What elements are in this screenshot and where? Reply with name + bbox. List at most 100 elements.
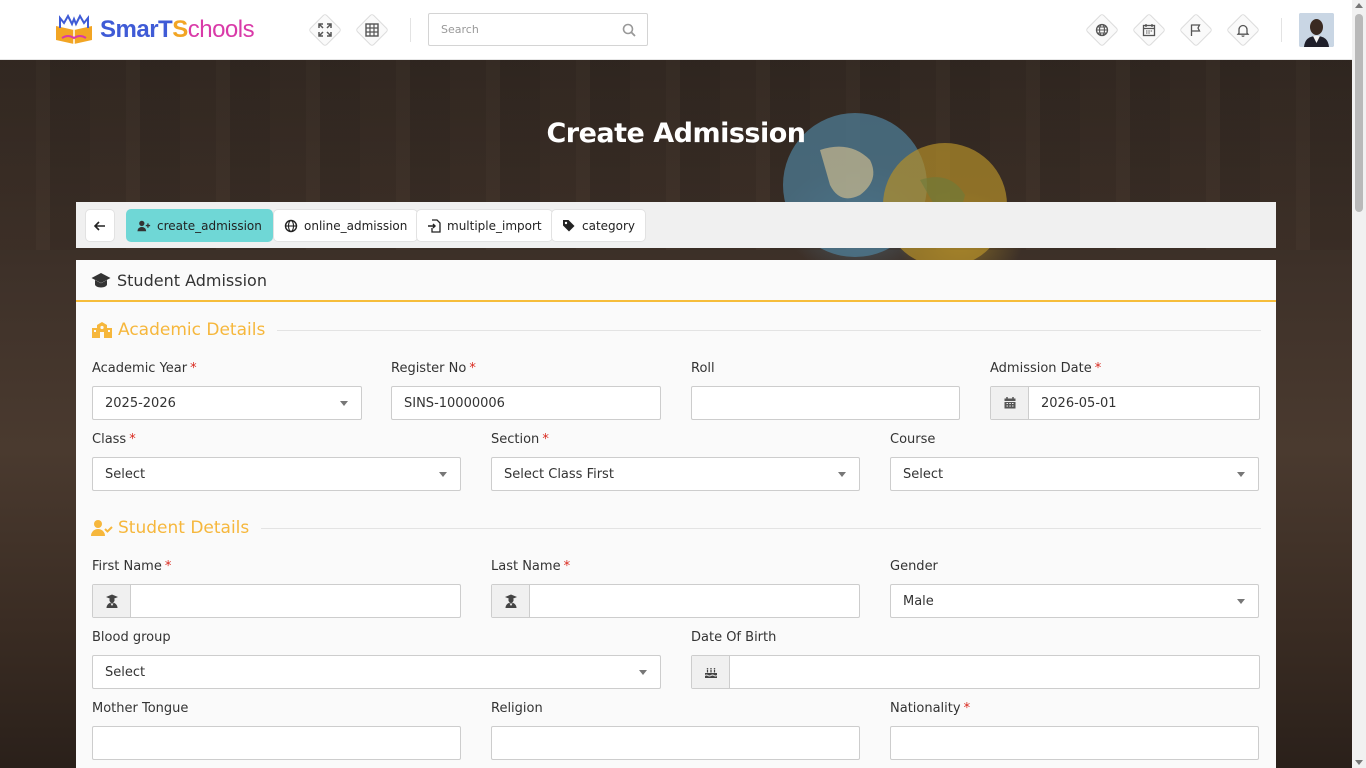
select-value: Select Class First [504, 466, 614, 482]
required-mark: * [963, 701, 971, 716]
blood-group-select[interactable]: Select [92, 655, 661, 689]
tab-multiple-import[interactable]: multiple_import [416, 209, 553, 242]
dob-label: Date Of Birth [691, 630, 776, 645]
admission-date-input[interactable]: 2026-05-01 [990, 386, 1260, 420]
brand-logo[interactable]: SmarTSchools [52, 14, 255, 46]
tab-label: multiple_import [447, 218, 542, 233]
calendar-icon [1142, 24, 1156, 37]
tab-online-admission[interactable]: online_admission [273, 209, 419, 242]
nationality-input[interactable] [890, 726, 1259, 760]
class-label: Class * [92, 432, 136, 447]
book-logo-icon [56, 14, 92, 44]
fullscreen-icon [318, 23, 332, 37]
label-text: Last Name [491, 559, 561, 574]
flag-icon [1190, 24, 1201, 36]
student-admission-panel: Student Admission Academic Details Acade… [76, 260, 1276, 768]
roll-input[interactable] [691, 386, 960, 420]
label-text: Roll [691, 361, 715, 376]
tab-label: create_admission [157, 218, 262, 233]
religion-input[interactable] [491, 726, 860, 760]
first-name-input[interactable] [92, 584, 461, 618]
input-value: SINS-10000006 [404, 395, 505, 411]
required-mark: * [129, 432, 136, 447]
grid-icon [365, 23, 379, 37]
brand-name-part: SmarT [100, 16, 173, 43]
class-select[interactable]: Select [92, 457, 461, 491]
student-addon [492, 585, 530, 617]
label-text: Register No [391, 361, 467, 376]
scroll-up-arrow-icon[interactable] [1355, 3, 1363, 8]
search-box[interactable] [428, 13, 648, 46]
user-avatar[interactable] [1299, 13, 1334, 47]
required-mark: * [542, 432, 549, 447]
academic-details-heading: Academic Details [91, 320, 1261, 340]
tab-label: online_admission [304, 218, 408, 233]
register-no-label: Register No * [391, 361, 476, 376]
calendar-button[interactable] [1132, 13, 1166, 47]
select-value: Select [903, 466, 944, 482]
fullscreen-button[interactable] [308, 13, 342, 47]
calendar-addon[interactable] [991, 387, 1029, 419]
gender-select[interactable]: Male [890, 584, 1259, 618]
admission-date-label: Admission Date * [990, 361, 1101, 376]
graduation-cap-icon [91, 273, 111, 288]
user-plus-icon [137, 220, 151, 231]
calendar-icon [1004, 397, 1015, 409]
school-icon [92, 322, 112, 338]
section-label: Section * [491, 432, 549, 447]
course-select[interactable]: Select [890, 457, 1259, 491]
globe-icon [1095, 23, 1109, 37]
search-icon[interactable] [622, 23, 636, 37]
label-text: First Name [92, 559, 162, 574]
top-navbar: SmarTSchools [0, 0, 1352, 60]
label-text: Class [92, 432, 127, 447]
divider [277, 329, 1261, 331]
back-button[interactable] [85, 209, 115, 242]
last-name-input[interactable] [491, 584, 860, 618]
dob-input[interactable] [691, 655, 1260, 689]
scroll-down-arrow-icon[interactable] [1355, 760, 1363, 765]
divider [1281, 18, 1282, 42]
tab-category[interactable]: category [551, 209, 647, 242]
section-select[interactable]: Select Class First [491, 457, 860, 491]
search-input[interactable] [429, 14, 609, 45]
nationality-label: Nationality * [890, 701, 970, 716]
file-import-icon [428, 218, 441, 233]
user-check-icon [91, 520, 113, 536]
chevron-down-icon [439, 471, 447, 477]
tags-icon [563, 219, 575, 231]
apps-grid-button[interactable] [355, 13, 389, 47]
label-text: Academic Year [92, 361, 188, 376]
last-name-label: Last Name * [491, 559, 570, 574]
scrollbar-thumb[interactable] [1355, 14, 1363, 212]
section-title-text: Student Details [118, 518, 250, 538]
select-value: Select [105, 466, 146, 482]
arrow-left-icon [93, 220, 105, 231]
brand-name-part: chools [187, 16, 255, 43]
label-text: Section [491, 432, 540, 447]
gender-label: Gender [890, 559, 938, 574]
tab-create-admission[interactable]: create_admission [126, 209, 273, 242]
required-mark: * [1094, 361, 1102, 376]
chevron-down-icon [1237, 471, 1245, 477]
label-text: Religion [491, 701, 543, 716]
flag-button[interactable] [1179, 13, 1213, 47]
first-name-label: First Name * [92, 559, 171, 574]
birthday-addon[interactable] [692, 656, 730, 688]
globe-icon [284, 219, 298, 232]
page-scrollbar[interactable] [1352, 0, 1366, 768]
section-title-text: Academic Details [118, 320, 266, 340]
select-value: Male [903, 593, 934, 609]
bell-icon [1236, 24, 1250, 37]
page-title: Create Admission [546, 118, 806, 149]
required-mark: * [164, 559, 172, 574]
user-graduate-icon [504, 594, 517, 608]
mother-tongue-input[interactable] [92, 726, 461, 760]
label-text: Course [890, 432, 936, 447]
register-no-input[interactable]: SINS-10000006 [391, 386, 661, 420]
select-value: Select [105, 664, 146, 680]
language-button[interactable] [1085, 13, 1119, 47]
student-details-heading: Student Details [91, 518, 1261, 538]
academic-year-select[interactable]: 2025-2026 [92, 386, 362, 420]
notifications-button[interactable] [1226, 13, 1260, 47]
